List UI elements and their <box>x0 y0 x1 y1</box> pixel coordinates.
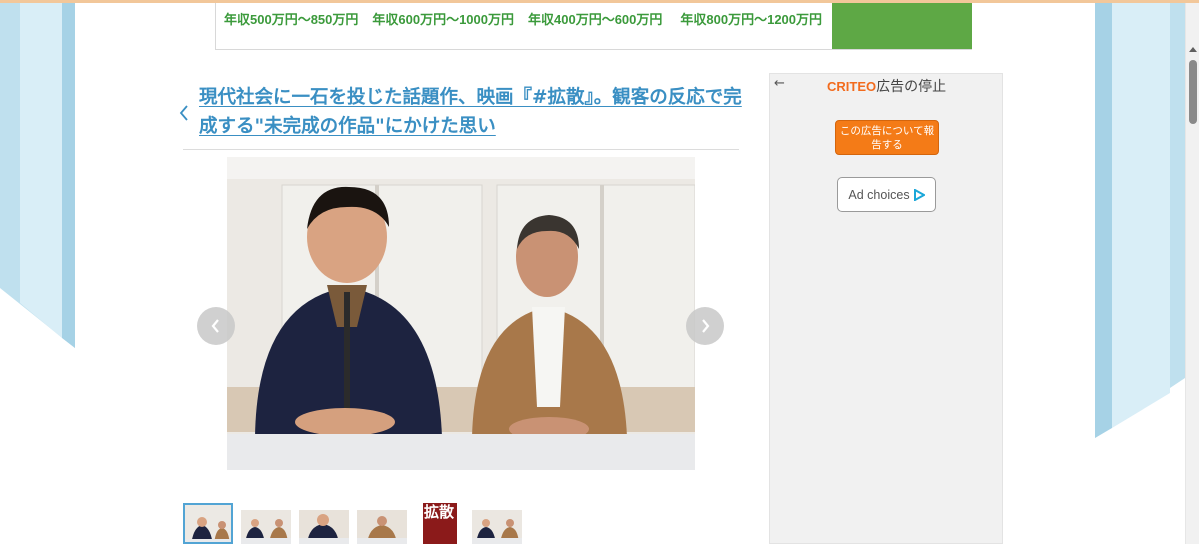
criteo-logo: CRITEO <box>827 79 877 94</box>
page-scrollbar[interactable] <box>1185 3 1199 544</box>
carousel-prev-button[interactable] <box>197 307 235 345</box>
salary-list: 年収500万円〜850万円 年収600万円〜1000万円 年収400万円〜600… <box>224 9 836 28</box>
article-title-link[interactable]: 現代社会に一石を投じた話題作、映画『#拡散』。観客の反応で完成する"未完成の作品… <box>199 83 744 141</box>
banner-green-block[interactable] <box>832 3 972 49</box>
title-divider <box>183 149 739 150</box>
criteo-stop-ad-link[interactable]: CRITEO広告の停止 <box>827 76 946 96</box>
chevron-right-icon <box>702 319 710 333</box>
photo-thumbnail[interactable] <box>241 510 291 544</box>
ad-choices-button[interactable]: Ad choices <box>837 177 936 212</box>
photo-thumbnail[interactable] <box>183 503 233 544</box>
ad-back-arrow-icon[interactable]: ← <box>774 76 785 91</box>
interview-photo-illustration <box>227 157 695 470</box>
ad-choices-label: Ad choices <box>848 187 910 202</box>
scroll-up-arrow-icon[interactable] <box>1189 47 1197 52</box>
article-photo <box>227 157 695 470</box>
salary-banner-ad[interactable]: 年収500万円〜850万円 年収600万円〜1000万円 年収400万円〜600… <box>215 3 972 50</box>
poster-title: 拡散 <box>424 503 455 521</box>
salary-item[interactable]: 年収600万円〜1000万円 <box>372 9 514 28</box>
carousel-next-button[interactable] <box>686 307 724 345</box>
photo-thumbnail[interactable] <box>357 510 407 544</box>
poster-thumbnail[interactable]: 拡散 <box>423 503 457 544</box>
salary-item[interactable]: 年収400万円〜600万円 <box>528 9 662 28</box>
left-decoration <box>0 3 75 348</box>
scroll-thumb[interactable] <box>1189 60 1197 124</box>
salary-item[interactable]: 年収800万円〜1200万円 <box>680 9 822 28</box>
play-triangle-icon <box>913 188 925 201</box>
salary-item[interactable]: 年収500万円〜850万円 <box>224 9 358 28</box>
stop-ad-label: 広告の停止 <box>876 78 947 94</box>
chevron-left-icon[interactable] <box>177 103 193 123</box>
chevron-left-icon <box>211 319 219 333</box>
right-decoration <box>1095 3 1185 438</box>
ad-panel: ← CRITEO広告の停止 この広告について報告する Ad choices <box>769 73 1003 544</box>
report-ad-button[interactable]: この広告について報告する <box>835 120 939 155</box>
photo-thumbnail[interactable] <box>472 510 522 544</box>
photo-thumbnail[interactable] <box>299 510 349 544</box>
